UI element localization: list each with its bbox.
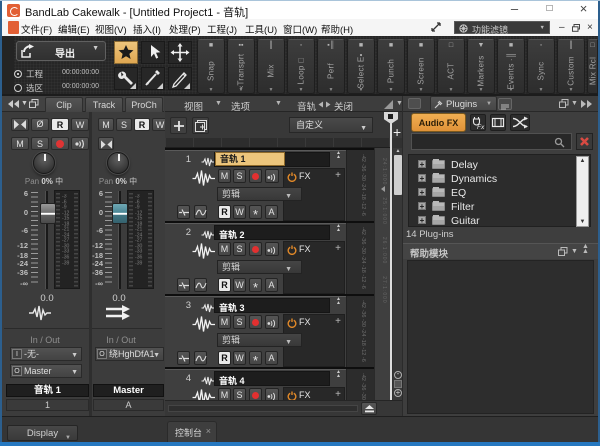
svg-text:Fx: Fx <box>477 124 485 129</box>
